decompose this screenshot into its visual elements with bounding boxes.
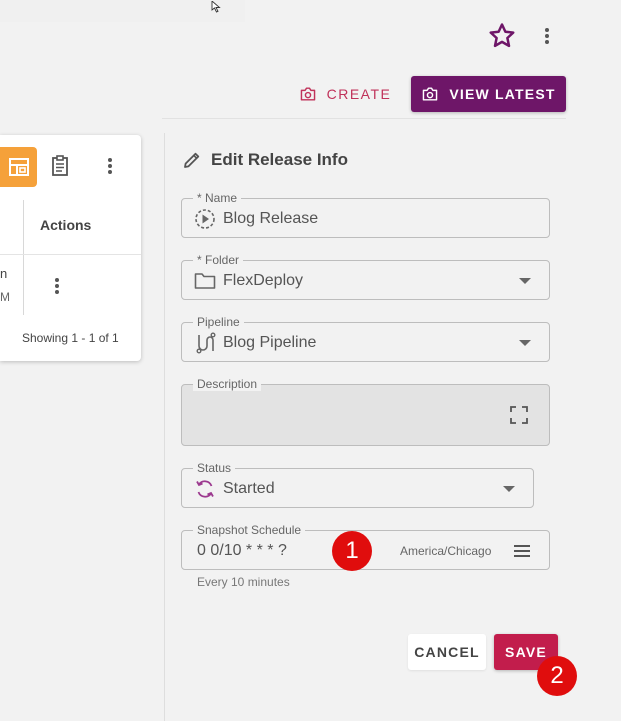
panel-divider xyxy=(164,133,165,721)
pipeline-value: Blog Pipeline xyxy=(223,334,317,351)
folder-value: FlexDeploy xyxy=(223,272,304,289)
pipeline-select[interactable]: Pipeline Blog Pipeline xyxy=(181,315,550,362)
folder-label: * Folder xyxy=(193,253,244,267)
pencil-icon xyxy=(184,152,200,168)
chevron-down-icon xyxy=(519,340,531,346)
pagination-summary: Showing 1 - 1 of 1 xyxy=(22,331,119,345)
step-marker-1: 1 xyxy=(332,531,372,571)
pipeline-label: Pipeline xyxy=(193,315,244,329)
mouse-cursor-icon xyxy=(211,0,225,13)
folder-icon xyxy=(194,271,216,291)
sync-icon xyxy=(194,479,216,499)
name-value: Blog Release xyxy=(223,210,319,227)
fullscreen-icon[interactable] xyxy=(509,405,529,425)
release-icon xyxy=(194,209,216,229)
layout-view-toggle[interactable] xyxy=(0,147,37,187)
status-label: Status xyxy=(193,461,236,475)
create-label: CREATE xyxy=(326,86,392,102)
clipboard-button[interactable] xyxy=(48,152,72,180)
more-vert-icon xyxy=(545,28,549,44)
name-label: * Name xyxy=(193,191,242,205)
camera-icon xyxy=(423,87,438,101)
row-actions-button[interactable] xyxy=(47,272,67,300)
form-title: Edit Release Info xyxy=(182,150,348,170)
create-snapshot-button[interactable]: CREATE xyxy=(295,77,395,111)
camera-icon xyxy=(300,87,315,101)
truncated-cell-text: M xyxy=(0,290,10,304)
cron-expression-value: 0 0/10 * * * ? xyxy=(197,542,287,559)
folder-select[interactable]: * Folder FlexDeploy xyxy=(181,253,550,300)
view-latest-label: VIEW LATEST xyxy=(449,86,556,102)
description-field[interactable]: Description xyxy=(181,377,550,446)
name-field[interactable]: * Name Blog Release xyxy=(181,191,550,238)
schedule-menu-icon[interactable] xyxy=(514,543,530,559)
schedule-hint: Every 10 minutes xyxy=(197,575,290,589)
star-outline-icon xyxy=(489,23,515,48)
status-value: Started xyxy=(223,480,275,497)
column-divider xyxy=(23,200,24,315)
top-strip xyxy=(0,0,245,22)
form-title-text: Edit Release Info xyxy=(211,150,348,169)
more-vert-icon xyxy=(55,278,59,294)
snapshot-schedule-label: Snapshot Schedule xyxy=(193,523,306,537)
more-vert-icon xyxy=(108,158,112,174)
clipboard-icon xyxy=(52,155,68,176)
timezone-value: America/Chicago xyxy=(400,544,492,558)
favorite-star-button[interactable] xyxy=(484,18,520,54)
truncated-cell-text: n xyxy=(0,266,8,281)
step-marker-2: 2 xyxy=(537,656,577,696)
view-latest-button[interactable]: VIEW LATEST xyxy=(411,76,566,112)
status-select[interactable]: Status Started xyxy=(181,461,534,508)
header-divider xyxy=(162,118,566,119)
more-options-button[interactable] xyxy=(536,22,558,50)
chevron-down-icon xyxy=(519,278,531,284)
table-header-divider xyxy=(0,254,141,255)
description-label: Description xyxy=(193,377,262,391)
cancel-button[interactable]: CANCEL xyxy=(408,634,486,670)
dashboard-layout-icon xyxy=(8,158,29,176)
card-more-button[interactable] xyxy=(100,152,120,180)
actions-column-header: Actions xyxy=(40,217,92,233)
chevron-down-icon xyxy=(503,486,515,492)
pipeline-icon xyxy=(194,332,216,354)
